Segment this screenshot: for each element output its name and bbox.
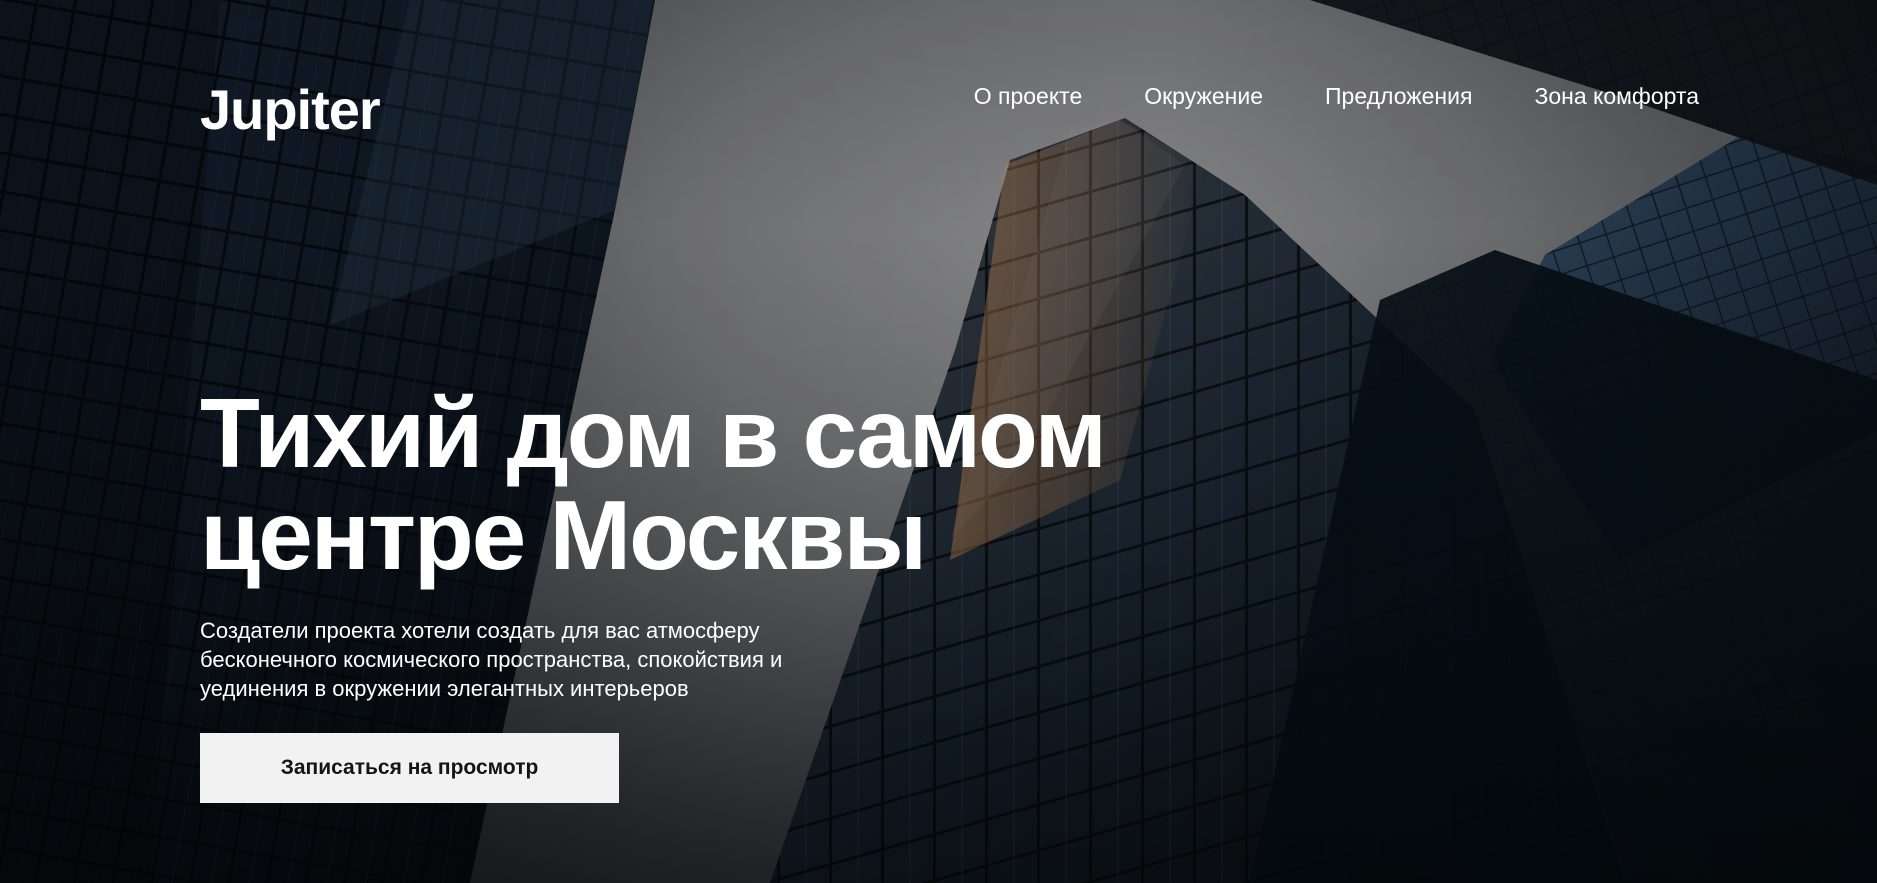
hero-section: Jupiter О проекте Окружение Предложения … — [0, 0, 1877, 883]
nav-link-surroundings[interactable]: Окружение — [1144, 83, 1263, 109]
hero-subtitle: Создатели проекта хотели создать для вас… — [200, 618, 783, 701]
hero-title: Тихий дом в самом центре Москвы — [200, 382, 1200, 586]
schedule-viewing-button-label: Записаться на просмотр — [280, 756, 539, 779]
schedule-viewing-button[interactable]: Записаться на просмотр — [200, 733, 619, 803]
nav-link-offers[interactable]: Предложения — [1325, 83, 1472, 109]
site-header: Jupiter О проекте Окружение Предложения … — [0, 0, 1877, 160]
nav-item-about: О проекте — [974, 82, 1083, 110]
hero-content: Тихий дом в самом центре Москвы Создател… — [200, 382, 1200, 803]
hero-title-line-2: центре Москвы — [200, 480, 927, 590]
nav-item-offers: Предложения — [1325, 82, 1472, 110]
nav-list: О проекте Окружение Предложения Зона ком… — [974, 82, 1699, 110]
nav-link-comfort-zone[interactable]: Зона комфорта — [1534, 83, 1699, 109]
nav-item-comfort-zone: Зона комфорта — [1534, 82, 1699, 110]
nav-link-about[interactable]: О проекте — [974, 83, 1083, 109]
nav-item-surroundings: Окружение — [1144, 82, 1263, 110]
jupiter-logo[interactable]: Jupiter — [200, 82, 381, 138]
hero-title-line-1: Тихий дом в самом — [200, 378, 1107, 488]
